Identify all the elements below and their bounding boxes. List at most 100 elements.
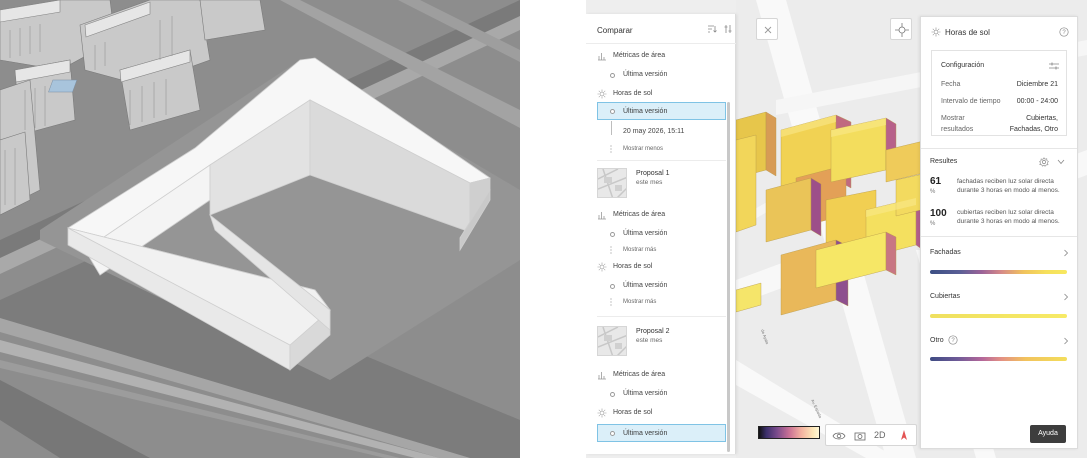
results-title: Resultes bbox=[930, 158, 958, 165]
2d-toggle[interactable]: 2D bbox=[874, 430, 886, 440]
circle-icon bbox=[610, 392, 615, 397]
intervalo-value[interactable]: 00:00 - 24:00 bbox=[1017, 98, 1058, 105]
version-label: Última versión bbox=[623, 71, 668, 78]
sun-icon bbox=[597, 89, 607, 99]
sliders-icon[interactable] bbox=[1049, 62, 1059, 70]
fecha-value[interactable]: Diciembre 21 bbox=[1017, 81, 1058, 88]
divider bbox=[597, 316, 726, 317]
map-thumbnail-icon bbox=[598, 327, 626, 355]
svg-text:?: ? bbox=[1062, 30, 1066, 36]
view-toolbar: 2D bbox=[825, 424, 917, 446]
mostrar-label: Mostrar bbox=[941, 115, 965, 122]
resultados-label: resultados bbox=[941, 126, 974, 133]
sun-panel-title: Horas de sol bbox=[945, 28, 990, 37]
mostrar-value-2[interactable]: Fachadas, Otro bbox=[1010, 126, 1058, 133]
camera-icon[interactable] bbox=[854, 430, 866, 442]
facades-result-text: fachadas reciben luz solar directa duran… bbox=[957, 178, 1060, 194]
more-dots-icon bbox=[610, 145, 612, 153]
gear-icon[interactable] bbox=[1039, 157, 1049, 167]
divider bbox=[597, 160, 726, 161]
mostrar-value-1[interactable]: Cubiertas, bbox=[1026, 115, 1058, 122]
map-thumbnail-icon bbox=[598, 169, 626, 197]
list-item-horas-2[interactable]: Horas de sol bbox=[586, 261, 732, 273]
help-circle-icon[interactable]: ? bbox=[1059, 27, 1069, 37]
circle-icon bbox=[610, 73, 615, 78]
version-label: Última versión bbox=[623, 282, 668, 289]
sun-panel-header: Horas de sol ? bbox=[921, 17, 1077, 47]
selected-version-label: Última versión bbox=[623, 430, 668, 437]
show-more-link[interactable]: Mostrar más bbox=[623, 299, 656, 305]
circle-icon bbox=[610, 232, 615, 237]
show-less-link[interactable]: Mostrar menos bbox=[623, 146, 663, 152]
horas-label: Horas de sol bbox=[613, 263, 653, 270]
proposal-2-name[interactable]: Proposal 2 bbox=[636, 328, 669, 335]
help-circle-icon[interactable]: ? bbox=[948, 335, 958, 345]
category-fachadas[interactable]: Fachadas bbox=[930, 249, 961, 256]
list-item-horas-1[interactable]: Horas de sol bbox=[586, 88, 732, 100]
3d-massing-view[interactable] bbox=[0, 0, 520, 458]
category-otro[interactable]: Otro bbox=[930, 337, 944, 344]
list-item-metricas-1[interactable]: Métricas de área bbox=[586, 50, 732, 62]
version-label: Última versión bbox=[623, 230, 668, 237]
chevron-right-icon[interactable] bbox=[1063, 249, 1069, 257]
north-arrow-icon[interactable] bbox=[898, 429, 910, 442]
sort-icon[interactable] bbox=[707, 24, 717, 34]
timestamp: 20 may 2026, 15:11 bbox=[623, 128, 685, 135]
sun-icon bbox=[597, 262, 607, 272]
svg-text:?: ? bbox=[951, 338, 955, 344]
compare-title: Comparar bbox=[597, 26, 633, 35]
list-item-version-2[interactable]: Última versión bbox=[586, 228, 732, 240]
roofs-result-text: cubiertas reciben luz solar directa dura… bbox=[957, 209, 1060, 225]
close-icon bbox=[764, 26, 772, 34]
sun-icon bbox=[597, 408, 607, 418]
eye-icon[interactable] bbox=[832, 430, 846, 442]
show-more-row-1[interactable]: Mostrar más bbox=[586, 244, 732, 256]
cubiertas-distribution-bar bbox=[930, 314, 1067, 318]
category-cubiertas[interactable]: Cubiertas bbox=[930, 293, 960, 300]
heat-legend-bar bbox=[758, 426, 820, 439]
list-item-version-4[interactable]: Última versión bbox=[586, 388, 732, 400]
metricas-label: Métricas de área bbox=[613, 211, 666, 218]
chevron-right-icon[interactable] bbox=[1063, 293, 1069, 301]
help-button[interactable]: Ayuda bbox=[1030, 425, 1066, 443]
circle-icon bbox=[610, 109, 615, 114]
filter-icon[interactable] bbox=[723, 24, 733, 34]
facades-percent: 61 bbox=[930, 176, 942, 187]
proposal-2-thumbnail[interactable] bbox=[597, 326, 627, 356]
divider bbox=[921, 148, 1077, 149]
list-item-version-3[interactable]: Última versión bbox=[586, 280, 732, 292]
configuration-card: Configuración Fecha Diciembre 21 Interva… bbox=[931, 50, 1067, 136]
roofs-percent: 100 bbox=[930, 208, 947, 219]
chevron-right-icon[interactable] bbox=[1063, 337, 1069, 345]
otro-distribution-bar bbox=[930, 357, 1067, 361]
circle-icon bbox=[610, 284, 615, 289]
compare-list: Métricas de área Última versión Horas de… bbox=[586, 44, 736, 454]
recenter-button[interactable] bbox=[890, 18, 912, 40]
sun-hours-panel: Horas de sol ? Configuración Fecha Dicie… bbox=[920, 16, 1078, 449]
sun-icon bbox=[931, 27, 941, 37]
close-button[interactable] bbox=[756, 18, 778, 40]
list-item-horas-3[interactable]: Horas de sol bbox=[586, 407, 732, 419]
show-more-link[interactable]: Mostrar más bbox=[623, 247, 656, 253]
proposal-1-thumbnail[interactable] bbox=[597, 168, 627, 198]
list-item-metricas-3[interactable]: Métricas de área bbox=[586, 369, 732, 381]
selected-version-row-2[interactable]: Última versión bbox=[597, 424, 726, 442]
more-dots-icon bbox=[610, 246, 612, 254]
massing-scene bbox=[0, 0, 520, 458]
metricas-label: Métricas de área bbox=[613, 52, 666, 59]
config-title: Configuración bbox=[941, 62, 985, 69]
show-more-row-2[interactable]: Mostrar más bbox=[586, 296, 732, 308]
list-item-metricas-2[interactable]: Métricas de área bbox=[586, 209, 732, 221]
selected-version-row[interactable]: Última versión bbox=[597, 102, 726, 120]
horas-label: Horas de sol bbox=[613, 409, 653, 416]
percent-sign: % bbox=[930, 189, 936, 195]
proposal-1-name[interactable]: Proposal 1 bbox=[636, 170, 669, 177]
show-less-row[interactable]: Mostrar menos bbox=[586, 143, 732, 155]
list-item-version-1[interactable]: Última versión bbox=[586, 69, 732, 81]
compare-header: Comparar bbox=[586, 14, 736, 44]
chevron-down-icon[interactable] bbox=[1057, 159, 1065, 165]
timestamp-row: 20 may 2026, 15:11 bbox=[586, 126, 732, 138]
scrollbar[interactable] bbox=[727, 102, 730, 452]
compass-icon bbox=[895, 23, 909, 37]
intervalo-label: Intervalo de tiempo bbox=[941, 98, 1001, 105]
